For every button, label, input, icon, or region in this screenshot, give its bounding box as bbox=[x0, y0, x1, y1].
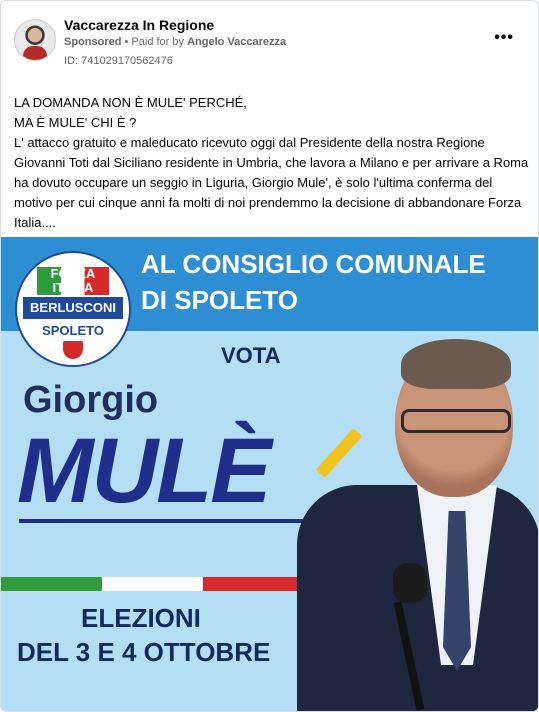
vota-label: VOTA bbox=[221, 343, 281, 368]
separator: • bbox=[121, 36, 132, 48]
candidate-photo bbox=[297, 335, 538, 711]
shield-icon bbox=[63, 341, 83, 359]
paid-for-prefix: Paid for by bbox=[131, 36, 188, 48]
post-text-body: L' attacco gratuito e maleducato ricevut… bbox=[14, 135, 529, 230]
sponsored-meta: Sponsored • Paid for by Angelo Vaccarezz… bbox=[64, 36, 286, 48]
paid-by-name[interactable]: Angelo Vaccarezza bbox=[187, 36, 286, 48]
elections-line-1: ELEZIONI bbox=[81, 603, 201, 633]
sponsored-post-card: Vaccarezza In Regione Sponsored • Paid f… bbox=[0, 0, 539, 712]
candidate-last-name: MULÈ bbox=[17, 420, 272, 522]
logo-forza-italia: FORZA ITALIA bbox=[37, 267, 109, 295]
sponsored-label: Sponsored bbox=[64, 36, 122, 48]
post-text-line: LA DOMANDA NON È MULE' PERCHÉ, bbox=[14, 95, 247, 110]
italian-flag-bar bbox=[1, 577, 307, 591]
glasses-icon bbox=[401, 409, 511, 433]
headline-line-1: AL CONSIGLIO COMUNALE bbox=[141, 249, 486, 279]
headline-line-2: DI SPOLETO bbox=[141, 285, 298, 315]
logo-berlusconi: BERLUSCONI bbox=[23, 297, 123, 319]
logo-spoleto: SPOLETO bbox=[42, 323, 104, 338]
ad-image[interactable]: AL CONSIGLIO COMUNALE DI SPOLETO FORZA I… bbox=[1, 237, 538, 711]
candidate-first-name: Giorgio bbox=[23, 379, 159, 421]
elections-line-2: DEL 3 E 4 OTTOBRE bbox=[17, 637, 271, 667]
post-text: LA DOMANDA NON È MULE' PERCHÉ, MA È MULE… bbox=[14, 93, 529, 233]
name-underline bbox=[19, 519, 307, 523]
party-logo: FORZA ITALIA BERLUSCONI SPOLETO bbox=[15, 251, 131, 367]
post-text-line: MA È MULE' CHI È ? bbox=[14, 115, 137, 130]
more-options-icon[interactable]: ••• bbox=[494, 29, 514, 47]
ad-id: ID: 741029170562476 bbox=[64, 55, 173, 67]
hair bbox=[401, 339, 511, 389]
microphone-icon bbox=[393, 563, 427, 603]
avatar[interactable] bbox=[14, 19, 56, 61]
page-name[interactable]: Vaccarezza In Regione bbox=[64, 17, 214, 33]
